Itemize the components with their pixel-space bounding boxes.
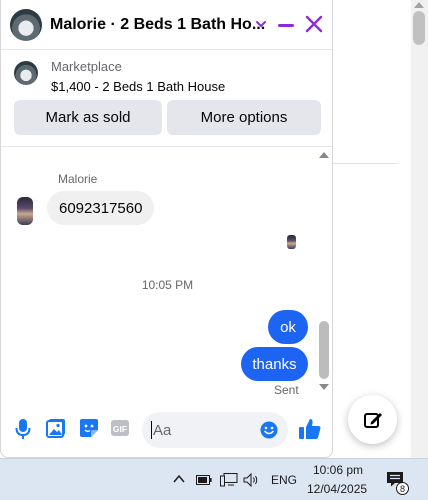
- network-icon[interactable]: [220, 473, 238, 487]
- mark-as-sold-button[interactable]: Mark as sold: [14, 100, 162, 135]
- message-timestamp: 10:05 PM: [141, 278, 194, 292]
- volume-icon[interactable]: [243, 473, 261, 487]
- chevron-up-icon[interactable]: [319, 152, 329, 158]
- page-scroll-up-arrow[interactable]: [414, 2, 424, 8]
- marketplace-label: Marketplace: [51, 59, 122, 74]
- outgoing-message[interactable]: thanks: [241, 347, 308, 381]
- clock-date[interactable]: 12/04/2025: [307, 482, 367, 496]
- incoming-message[interactable]: 6092317560: [47, 191, 155, 225]
- chevron-down-icon[interactable]: [254, 17, 268, 31]
- listing-title[interactable]: $1,400 - 2 Beds 1 Bath House: [51, 79, 225, 94]
- chat-header[interactable]: Malorie · 2 Beds 1 Bath Ho...: [1, 0, 332, 50]
- chevron-up-icon[interactable]: [173, 474, 185, 484]
- photo-icon[interactable]: [46, 418, 66, 438]
- microphone-icon[interactable]: [15, 418, 31, 440]
- gif-icon[interactable]: GIF: [110, 418, 130, 438]
- like-icon[interactable]: [298, 417, 322, 441]
- language-indicator[interactable]: ENG: [271, 473, 297, 487]
- chat-window: Malorie · 2 Beds 1 Bath Ho... Marketplac…: [0, 0, 333, 458]
- svg-text:GIF: GIF: [113, 424, 127, 434]
- contact-avatar[interactable]: [10, 9, 42, 41]
- notification-count-badge: 8: [396, 482, 409, 495]
- close-icon[interactable]: [305, 15, 323, 33]
- compose-icon: [363, 412, 382, 428]
- page-scrollbar[interactable]: [411, 0, 428, 458]
- clock-time[interactable]: 10:06 pm: [313, 463, 363, 477]
- divider: [1, 146, 332, 147]
- chat-title[interactable]: Malorie · 2 Beds 1 Bath Ho...: [50, 16, 265, 34]
- input-placeholder: Aa: [153, 422, 172, 439]
- minimize-icon[interactable]: [278, 24, 294, 27]
- sticker-icon[interactable]: [79, 418, 99, 438]
- sender-name: Malorie: [58, 172, 98, 186]
- screen: { "chat": { "title": "Malorie · 2 Beds 1…: [0, 0, 428, 500]
- sender-avatar[interactable]: [17, 197, 33, 225]
- seen-avatar: [287, 235, 296, 249]
- emoji-icon[interactable]: [260, 421, 278, 439]
- text-caret: [151, 421, 152, 439]
- battery-icon[interactable]: [196, 475, 212, 485]
- more-options-button[interactable]: More options: [167, 100, 321, 135]
- listing-thumbnail[interactable]: [14, 61, 38, 85]
- outgoing-message[interactable]: ok: [268, 310, 308, 344]
- message-status: Sent: [274, 383, 299, 397]
- chevron-down-scroll-icon[interactable]: [319, 384, 329, 390]
- messages-scroll-thumb[interactable]: [319, 321, 329, 379]
- page-scroll-thumb[interactable]: [413, 11, 425, 45]
- taskbar: ENG 10:06 pm 12/04/2025 8: [0, 458, 428, 500]
- background-divider: [333, 163, 397, 164]
- new-message-button[interactable]: [348, 395, 397, 444]
